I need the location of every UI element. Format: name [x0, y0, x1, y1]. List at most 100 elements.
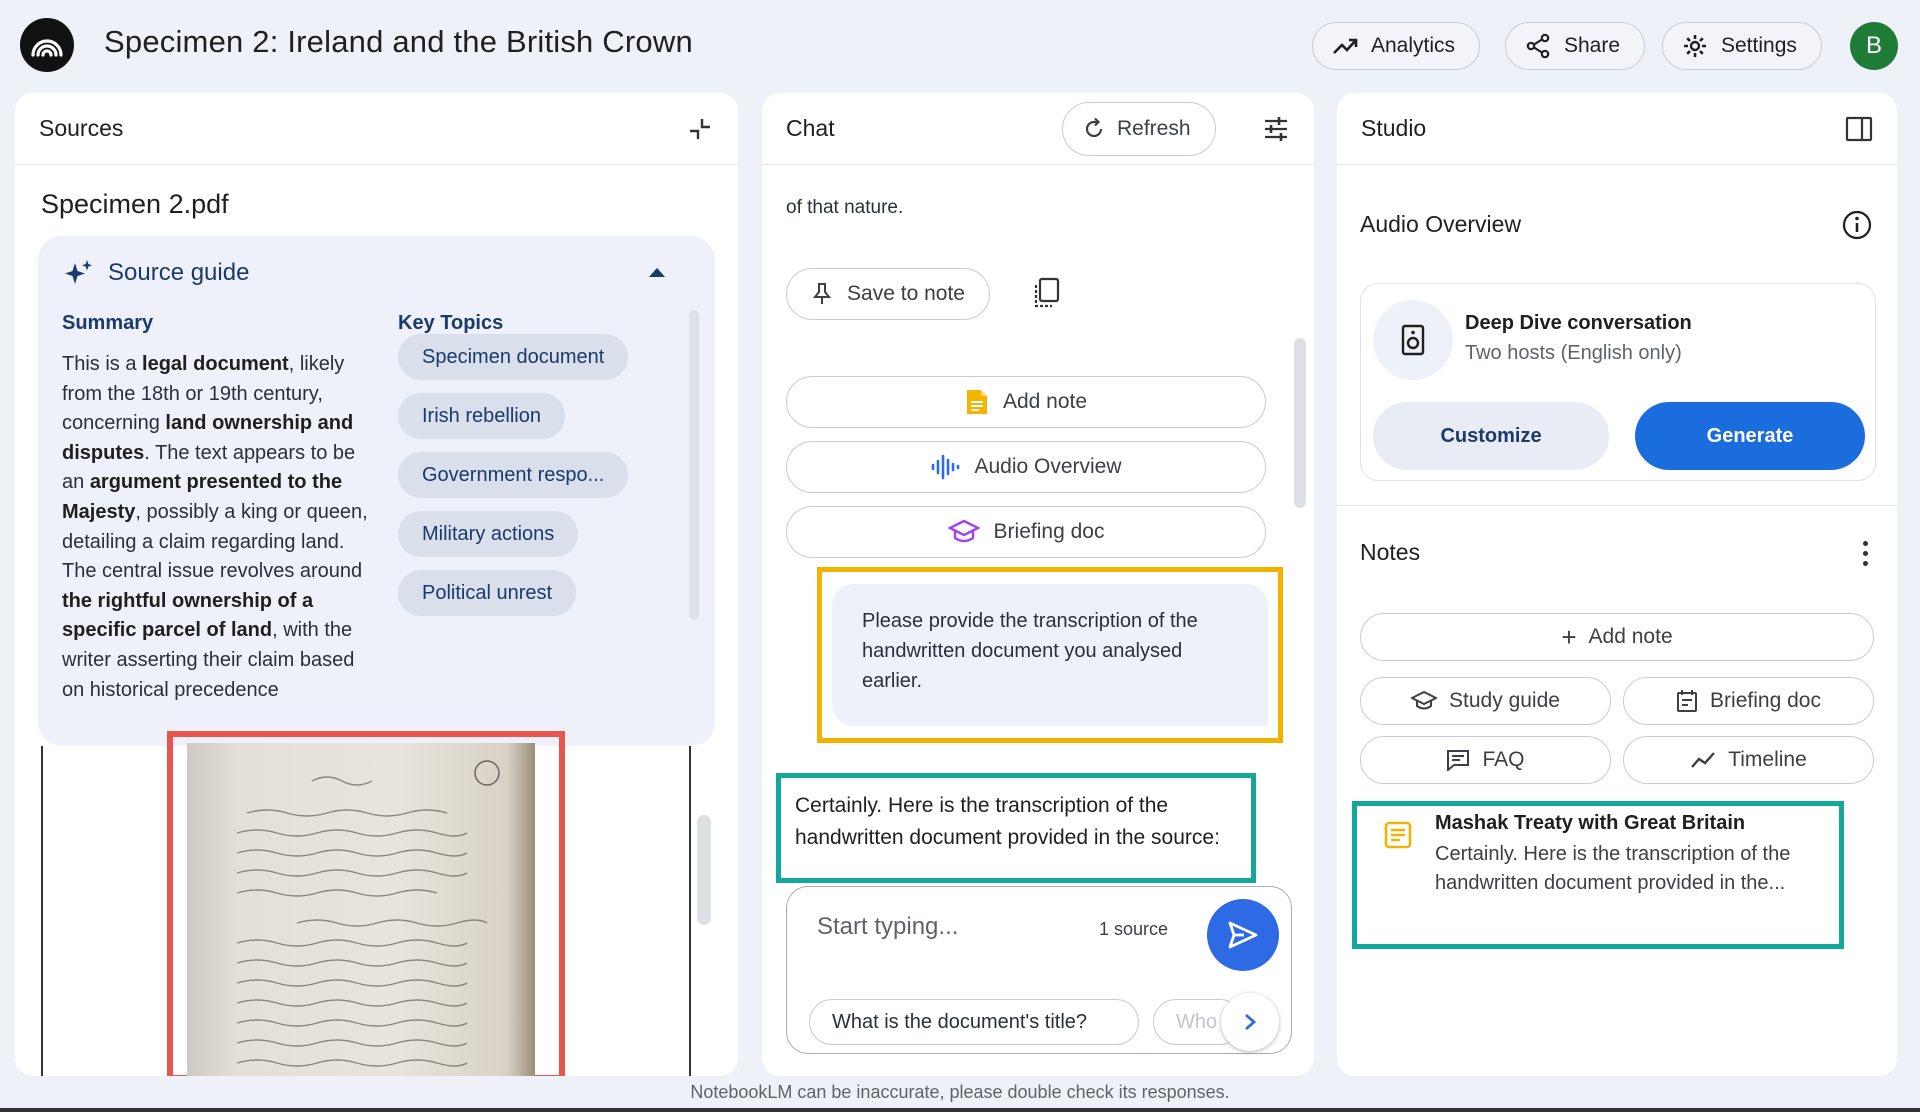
gear-icon [1684, 35, 1706, 57]
ao-card-subtitle: Two hosts (English only) [1465, 342, 1682, 364]
add-note-label: Add note [1588, 625, 1673, 648]
assistant-answer-highlight: Certainly. Here is the transcription of … [776, 773, 1256, 883]
refresh-icon [1085, 117, 1103, 138]
chat-scrollbar[interactable] [1294, 338, 1306, 508]
saved-note-title: Mashak Treaty with Great Britain [1435, 812, 1746, 834]
timeline-icon [1691, 752, 1716, 768]
topic-chip[interactable]: Government respo... [398, 452, 629, 498]
audio-overview-button[interactable]: Audio Overview [786, 441, 1266, 493]
send-icon [1228, 921, 1258, 949]
topic-chip[interactable]: Political unrest [398, 570, 577, 616]
top-bar: Specimen 2: Ireland and the British Crow… [0, 0, 1920, 92]
bottom-edge [0, 1108, 1920, 1112]
topic-chip[interactable]: Specimen document [398, 334, 629, 380]
study-guide-label: Study guide [1449, 689, 1560, 712]
timeline-button[interactable]: Timeline [1623, 736, 1874, 784]
briefing-doc-button[interactable]: Briefing doc [786, 506, 1266, 558]
source-guide-title: Source guide [108, 259, 250, 286]
note-icon [966, 390, 987, 414]
studio-title: Studio [1361, 115, 1427, 141]
saved-note-highlight[interactable]: Mashak Treaty with Great Britain Certain… [1352, 801, 1844, 949]
notes-title: Notes [1360, 539, 1421, 565]
customize-button[interactable]: Customize [1373, 402, 1609, 470]
chevron-up-icon[interactable] [649, 268, 665, 277]
faq-label: FAQ [1482, 748, 1525, 771]
audio-overview-label: Audio Overview [974, 455, 1122, 478]
chevron-right-icon [1245, 1013, 1257, 1031]
handwriting-lines-icon [236, 760, 500, 1067]
sources-scrollbar[interactable] [697, 815, 711, 925]
share-icon [1526, 33, 1550, 59]
generate-button[interactable]: Generate [1635, 402, 1865, 470]
copy-icon[interactable] [1032, 277, 1062, 309]
collapse-icon[interactable] [686, 115, 714, 143]
source-count: 1 source [1099, 919, 1169, 939]
speaker-icon [1373, 300, 1453, 380]
disclaimer: NotebookLM can be inaccurate, please dou… [690, 1082, 1230, 1102]
analytics-button[interactable]: Analytics [1312, 22, 1481, 70]
guide-scrollbar[interactable] [689, 310, 699, 620]
refresh-label: Refresh [1117, 117, 1191, 140]
user-message-highlight: Please provide the transcription of the … [817, 567, 1283, 743]
add-note-button[interactable]: Add note [786, 376, 1266, 428]
studio-header: Studio [1337, 93, 1897, 165]
trending-up-icon [1333, 38, 1358, 54]
save-to-note-button[interactable]: Save to note [786, 268, 990, 320]
side-panel-icon[interactable] [1845, 115, 1873, 143]
save-to-note-label: Save to note [847, 282, 965, 305]
faq-button[interactable]: FAQ [1360, 736, 1611, 784]
timeline-label: Timeline [1728, 748, 1807, 771]
notebook-title[interactable]: Specimen 2: Ireland and the British Crow… [104, 24, 693, 60]
user-message: Please provide the transcription of the … [832, 584, 1268, 726]
settings-label: Settings [1721, 34, 1797, 57]
document-image-highlight [167, 731, 565, 1076]
saved-note-preview: Certainly. Here is the transcription of … [1435, 843, 1791, 894]
briefing-doc-label: Briefing doc [1710, 689, 1821, 712]
sources-title: Sources [39, 115, 124, 141]
add-note-button[interactable]: + Add note [1360, 613, 1874, 661]
analytics-label: Analytics [1371, 34, 1456, 57]
chat-bubble-icon [1447, 750, 1470, 771]
sparkle-icon [65, 260, 92, 284]
audio-wave-icon [932, 454, 960, 480]
chat-panel: Chat Refresh of that nature. Save to not… [762, 93, 1314, 1076]
sources-panel: Sources Specimen 2.pdf Source guide Summ… [15, 93, 738, 1076]
ao-card-title: Deep Dive conversation [1465, 312, 1692, 334]
topic-chip[interactable]: Irish rebellion [398, 393, 565, 439]
source-guide-header[interactable]: Source guide [64, 258, 249, 288]
divider [1337, 505, 1897, 506]
pin-icon [812, 283, 832, 304]
document-icon [1677, 690, 1698, 712]
handwritten-document-image [187, 743, 535, 1076]
note-icon [1384, 821, 1412, 849]
next-suggestions-button[interactable] [1221, 993, 1279, 1051]
chat-title: Chat [786, 115, 835, 141]
avatar[interactable]: B [1850, 22, 1898, 70]
study-guide-button[interactable]: Study guide [1360, 677, 1611, 725]
studio-panel: Studio Audio Overview Deep Dive conversa… [1337, 93, 1897, 1076]
more-vert-icon[interactable] [1863, 541, 1869, 571]
share-label: Share [1564, 34, 1621, 57]
send-button[interactable] [1207, 899, 1279, 971]
school-icon [1411, 690, 1438, 710]
refresh-button[interactable]: Refresh [1062, 102, 1216, 156]
plus-icon: + [1561, 622, 1577, 652]
sources-header: Sources [15, 93, 738, 165]
assistant-answer: Certainly. Here is the transcription of … [795, 794, 1220, 849]
info-icon[interactable] [1841, 209, 1873, 241]
briefing-doc-button[interactable]: Briefing doc [1623, 677, 1874, 725]
share-button[interactable]: Share [1505, 22, 1646, 70]
tune-icon[interactable] [1262, 115, 1290, 143]
settings-button[interactable]: Settings [1662, 22, 1822, 70]
chat-input[interactable] [817, 909, 1067, 945]
suggestion-chip[interactable]: What is the document's title? [809, 999, 1139, 1045]
chat-header: Chat Refresh [762, 93, 1314, 165]
topic-chip[interactable]: Military actions [398, 511, 579, 557]
audio-overview-title: Audio Overview [1360, 211, 1522, 237]
briefing-doc-label: Briefing doc [993, 520, 1105, 543]
previous-message-tail: of that nature. [786, 197, 904, 218]
audio-overview-card: Deep Dive conversation Two hosts (Englis… [1360, 283, 1876, 481]
notebooklm-logo-icon[interactable] [20, 18, 74, 72]
summary-text: This is a legal document, likely from th… [62, 350, 372, 705]
source-file-name: Specimen 2.pdf [41, 189, 229, 219]
